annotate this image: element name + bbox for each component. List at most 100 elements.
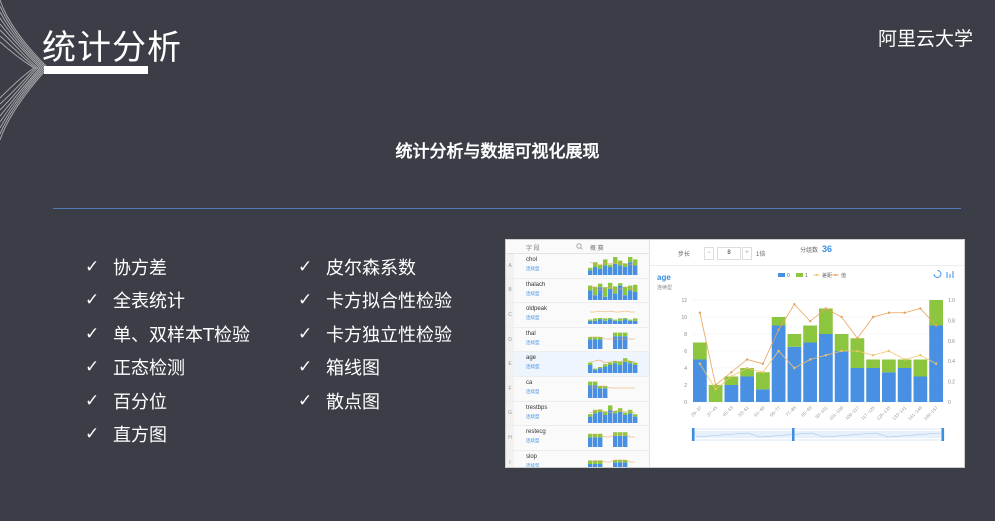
- histogram-bar: [740, 376, 754, 402]
- y2-tick-label: 0: [948, 400, 951, 406]
- field-type: 连续型: [526, 266, 540, 271]
- field-row[interactable]: Eage 连续型: [506, 352, 649, 377]
- feature-list-left: ✓ 协方差 ✓ 全表统计 ✓ 单、双样本T检验 ✓ 正态检测 ✓ 百分位 ✓ 直方图: [85, 250, 250, 451]
- field-row[interactable]: Fca 连续型: [506, 376, 649, 402]
- histogram-bar: [756, 372, 770, 390]
- x-tick-label: 117~125: [860, 405, 876, 421]
- mini-bar: [593, 381, 598, 386]
- feature-label: 单、双样本T检验: [113, 324, 250, 346]
- range-handle-right[interactable]: [941, 428, 945, 441]
- histogram-bar: [787, 346, 802, 402]
- field-row[interactable]: Bthalach 连续型: [506, 278, 649, 304]
- field-type: 连续型: [526, 413, 540, 419]
- field-type: 连续型: [526, 462, 540, 468]
- mini-bar: [613, 332, 618, 336]
- mini-bar: [633, 362, 638, 366]
- x-tick-label: 133~141: [891, 405, 907, 421]
- mini-bar: [618, 320, 623, 325]
- mini-bar: [623, 318, 628, 320]
- mini-bar: [603, 318, 608, 321]
- feature-item: ✓ 全表统计: [85, 284, 250, 318]
- mini-bar: [598, 367, 603, 369]
- field-row[interactable]: Coldpeak 连续型: [506, 303, 649, 328]
- mini-bar: [588, 385, 593, 398]
- mini-bar: [618, 462, 623, 467]
- row-letter: A: [506, 254, 514, 278]
- field-header-label: 字 段: [526, 246, 540, 252]
- mini-bar: [603, 364, 608, 367]
- mini-bar: [628, 320, 633, 325]
- series-point: [808, 320, 812, 323]
- feature-item: ✓ 单、双样本T检验: [85, 317, 250, 351]
- mini-bar: [608, 319, 613, 325]
- mini-bar: [623, 267, 628, 275]
- field-list-header: 字 段 概 赛: [506, 240, 649, 254]
- mini-bar: [633, 318, 638, 321]
- series-point: [871, 354, 875, 357]
- mini-bar: [608, 404, 613, 410]
- series-point: [777, 328, 780, 331]
- mini-bar: [633, 320, 638, 325]
- refresh-icon[interactable]: [933, 270, 942, 278]
- mini-bar: [628, 257, 633, 263]
- mini-histogram: [588, 332, 635, 349]
- field-name: restecg: [526, 429, 546, 436]
- series-point: [887, 311, 891, 314]
- y-tick-label: 0: [684, 400, 687, 406]
- histogram-bar: [866, 359, 880, 368]
- histogram-bar: [771, 325, 786, 402]
- legend-label: 1: [805, 273, 808, 279]
- mini-bar: [608, 362, 613, 366]
- y-tick-label: 4: [684, 366, 687, 372]
- legend-swatch: [834, 273, 837, 277]
- series-point: [761, 371, 765, 374]
- histogram-bar: [693, 359, 707, 402]
- x-tick-label: 69~77: [769, 405, 782, 418]
- x-tick-label: 101~109: [828, 405, 844, 421]
- mini-bar: [618, 285, 623, 300]
- field-row[interactable]: Hrestecg 连续型: [506, 426, 649, 451]
- field-row[interactable]: Dthal 连续型: [506, 327, 649, 353]
- histogram-bar: [724, 385, 739, 402]
- histogram-bar: [929, 300, 943, 326]
- y2-tick-label: 0.6: [948, 339, 955, 345]
- range-handle-left[interactable]: [692, 428, 695, 441]
- row-letter: G: [506, 401, 514, 426]
- mini-bar: [598, 319, 603, 325]
- mini-bar: [603, 388, 608, 398]
- field-row[interactable]: Gtrestbps 连续型: [506, 401, 649, 427]
- mini-bar: [608, 288, 613, 300]
- bar-chart-icon[interactable]: [946, 271, 954, 278]
- search-icon[interactable]: [576, 243, 583, 250]
- mini-bar: [623, 414, 628, 423]
- mini-bar: [613, 462, 618, 467]
- feature-label: 皮尔森系数: [326, 257, 416, 279]
- mini-bar: [608, 264, 613, 267]
- mini-bar: [588, 339, 593, 349]
- mini-bar: [628, 363, 633, 374]
- mini-bar: [593, 370, 598, 374]
- field-name: thalach: [526, 281, 546, 288]
- row-letter: I: [506, 450, 514, 467]
- field-row[interactable]: Achol 连续型: [506, 254, 649, 279]
- field-type: 连续型: [526, 290, 540, 296]
- legend-label: 差距: [822, 272, 832, 279]
- range-handle-mid[interactable]: [792, 428, 795, 441]
- feature-item: ✓ 散点图: [298, 384, 452, 418]
- mini-bar: [593, 336, 598, 340]
- histogram-bar: [803, 325, 817, 343]
- row-letter: F: [506, 376, 514, 401]
- mini-bar: [608, 318, 613, 320]
- series-point: [777, 349, 780, 353]
- y-tick-label: 12: [681, 298, 687, 304]
- mini-bar: [613, 320, 618, 325]
- field-row[interactable]: Islop 连续型: [506, 450, 649, 468]
- mini-bar: [613, 335, 618, 349]
- check-icon: ✓: [85, 357, 100, 378]
- series-point: [698, 362, 702, 365]
- series-point: [730, 375, 733, 378]
- mini-bar: [588, 289, 593, 300]
- mini-bar: [593, 412, 598, 423]
- histogram-bar: [897, 368, 912, 402]
- row-letter: B: [506, 278, 514, 303]
